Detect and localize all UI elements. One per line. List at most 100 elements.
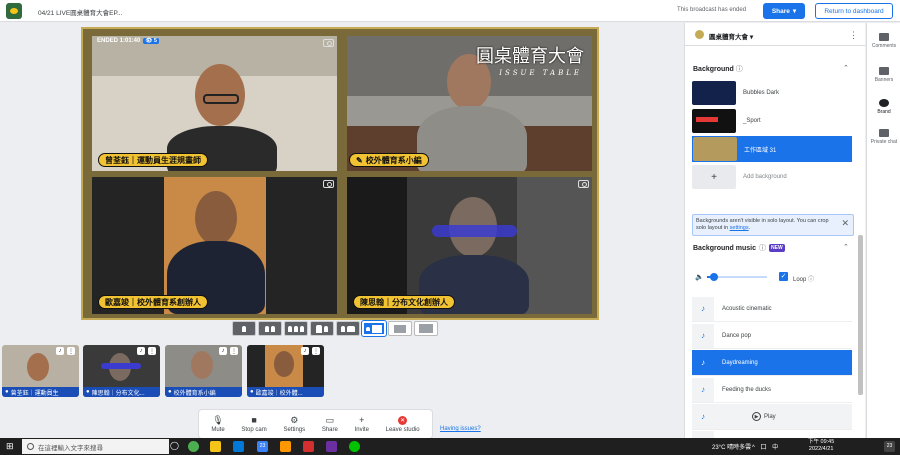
music-track[interactable]: ♪ Feeding the ducks	[692, 377, 852, 403]
camera-icon[interactable]	[323, 39, 334, 47]
video-tile-1[interactable]: ENDED 1:01:40 👁 5 曾荃鈺｜運動員生涯規畫師	[92, 36, 337, 171]
volume-slider[interactable]	[707, 273, 767, 281]
background-option[interactable]: _Sport	[692, 108, 852, 134]
background-option[interactable]: Bubbles Dark	[692, 80, 852, 106]
volume-icon: 🔈	[695, 274, 704, 281]
user-icon: ●	[250, 389, 254, 395]
solo-layout-notice: Backgrounds aren't visible in solo layou…	[692, 214, 854, 236]
music-track-hovered[interactable]: ♪ ▶ Play	[692, 404, 852, 430]
settings-link[interactable]: settings	[730, 225, 749, 231]
camera-icon[interactable]	[323, 180, 334, 188]
windows-taskbar: ⊞ 在這裡輸入文字來搜尋 ◯ 23 23°C 晴時多雲 ^ 口 中 下午 09:…	[0, 438, 900, 455]
collapse-chevron-icon[interactable]: ⌃	[843, 243, 849, 251]
mic-icon[interactable]: ♪	[56, 347, 64, 355]
weather-widget[interactable]: 23°C 晴時多雲	[712, 442, 751, 451]
mic-icon[interactable]: ♪	[301, 347, 309, 355]
layout-thin-button[interactable]	[258, 321, 282, 336]
help-icon[interactable]: ⓘ	[808, 277, 814, 283]
app-icon[interactable]	[280, 441, 291, 452]
more-options-icon[interactable]: ⋮	[312, 347, 320, 355]
acrobat-icon[interactable]	[303, 441, 314, 452]
rail-banners-label: Banners	[874, 77, 894, 83]
windows-start-icon[interactable]: ⊞	[6, 441, 14, 452]
brand-panel: 圓桌體育大會 ▾ ⋮ Background ⓘ ⌃ Bubbles Dark _…	[684, 23, 865, 438]
mute-button[interactable]: 🎙 Mute	[211, 415, 224, 433]
line-icon[interactable]	[349, 441, 360, 452]
plus-icon: +	[692, 165, 736, 189]
brand-selector[interactable]: 圓桌體育大會 ▾	[709, 31, 753, 41]
video-tile-4[interactable]: 陳思翰｜分布文化創辦人	[347, 177, 592, 314]
layout-group-button[interactable]	[284, 321, 308, 336]
lower-third-name: 曾荃鈺｜運動員生涯規畫師	[98, 153, 208, 167]
broadcast-status: This broadcast has ended	[677, 7, 747, 13]
leave-studio-button[interactable]: ✕ Leave studio	[386, 415, 420, 433]
notification-icon[interactable]: 23	[884, 441, 895, 452]
background-option-selected[interactable]: 工作區域 31	[692, 136, 852, 162]
help-icon[interactable]: ⓘ	[759, 243, 766, 253]
play-button[interactable]: ▶ Play	[752, 412, 776, 421]
share-screen-button[interactable]: ▭ Share	[322, 415, 338, 433]
loop-label-text: Loop	[793, 277, 807, 283]
taskbar-search-input[interactable]: 在這裡輸入文字來搜尋	[22, 439, 169, 454]
more-options-icon[interactable]: ⋮	[849, 30, 858, 41]
participant-thumbnail[interactable]: ♪ ⋮ ● 校外體育系小編	[165, 345, 242, 397]
chrome-icon[interactable]	[188, 441, 199, 452]
studio-logo[interactable]	[6, 3, 22, 19]
collapse-chevron-icon[interactable]: ⌃	[843, 64, 849, 72]
help-icon[interactable]: ⓘ	[736, 66, 743, 73]
layout-leader-button[interactable]	[310, 321, 334, 336]
return-to-dashboard-button[interactable]: Return to dashboard	[815, 3, 893, 19]
layout-picture-in-picture-button[interactable]	[361, 320, 387, 337]
layout-screen-button[interactable]	[336, 321, 360, 336]
mail-icon[interactable]	[233, 441, 244, 452]
camera-icon[interactable]	[578, 180, 589, 188]
video-tile-2[interactable]: 圓桌體育大會 ISSUE TABLE ✎ 校外體育系小編	[347, 36, 592, 171]
panel-scrollbar[interactable]	[858, 235, 863, 395]
task-view-icon[interactable]: ◯	[170, 441, 181, 452]
music-note-icon: ♪	[692, 350, 714, 375]
participant-thumbnail[interactable]: ♪ ⋮ ● 歐嘉竣｜校外體...	[247, 345, 324, 397]
comment-icon	[879, 33, 889, 41]
track-label: Dance pop	[722, 332, 752, 339]
more-options-icon[interactable]: ⋮	[67, 347, 75, 355]
music-track[interactable]: ♪ Dance pop	[692, 323, 852, 349]
broadcast-title[interactable]: 04/21 LIVE圓桌體育大會EP...	[38, 7, 122, 17]
music-track-selected[interactable]: ♪ Daydreaming	[692, 350, 852, 376]
more-options-icon[interactable]: ⋮	[148, 347, 156, 355]
system-tray[interactable]: ^ 口 中	[752, 442, 780, 451]
chevron-down-icon: ▾	[792, 8, 797, 15]
invite-label: Invite	[354, 426, 369, 433]
mic-icon[interactable]: ♪	[219, 347, 227, 355]
taskbar-clock[interactable]: 下午 09:45 2022/4/21	[808, 439, 834, 453]
invite-button[interactable]: + Invite	[354, 415, 369, 433]
stop-cam-button[interactable]: ■ Stop cam	[241, 415, 266, 433]
loop-checkbox[interactable]: ✓	[779, 272, 788, 281]
add-background-button[interactable]: + Add background	[692, 164, 852, 190]
taskbar-app-badge[interactable]: 23	[257, 441, 268, 452]
video-tile-3[interactable]: 歐嘉竣｜校外體育系創辦人	[92, 177, 337, 314]
participant-thumbnail[interactable]: ♪ ⋮ ● 曾荃鈺｜運動員生	[2, 345, 79, 397]
background-heading: Background ⓘ	[693, 64, 743, 74]
file-explorer-icon[interactable]	[210, 441, 221, 452]
volume-slider-handle[interactable]	[710, 273, 718, 281]
rail-private-chat[interactable]: Private chat	[867, 129, 900, 145]
app-icon[interactable]	[326, 441, 337, 452]
share-button[interactable]: Share ▾	[763, 3, 805, 19]
background-thumbnail	[692, 81, 736, 105]
rail-brand[interactable]: Brand	[867, 99, 900, 115]
participant-thumbnail[interactable]: ♪ ⋮ ● 陳思翰｜分布文化...	[83, 345, 160, 397]
having-issues-link[interactable]: Having issues?	[440, 426, 481, 432]
rail-banners[interactable]: Banners	[867, 67, 900, 83]
mic-icon[interactable]: ♪	[137, 347, 145, 355]
music-track[interactable]: ♪ Acoustic cinematic	[692, 296, 852, 322]
brand-name: 圓桌體育大會	[709, 34, 748, 41]
close-icon[interactable]: ✕	[841, 219, 849, 228]
layout-fullscreen-button[interactable]	[414, 321, 438, 336]
settings-button[interactable]: ⚙ Settings	[283, 415, 305, 433]
background-label: Bubbles Dark	[743, 90, 780, 96]
more-options-icon[interactable]: ⋮	[230, 347, 238, 355]
layout-solo-button[interactable]	[232, 321, 256, 336]
music-track[interactable]	[692, 431, 852, 438]
rail-comments[interactable]: Comments	[867, 33, 900, 49]
layout-cinema-button[interactable]	[388, 321, 412, 336]
